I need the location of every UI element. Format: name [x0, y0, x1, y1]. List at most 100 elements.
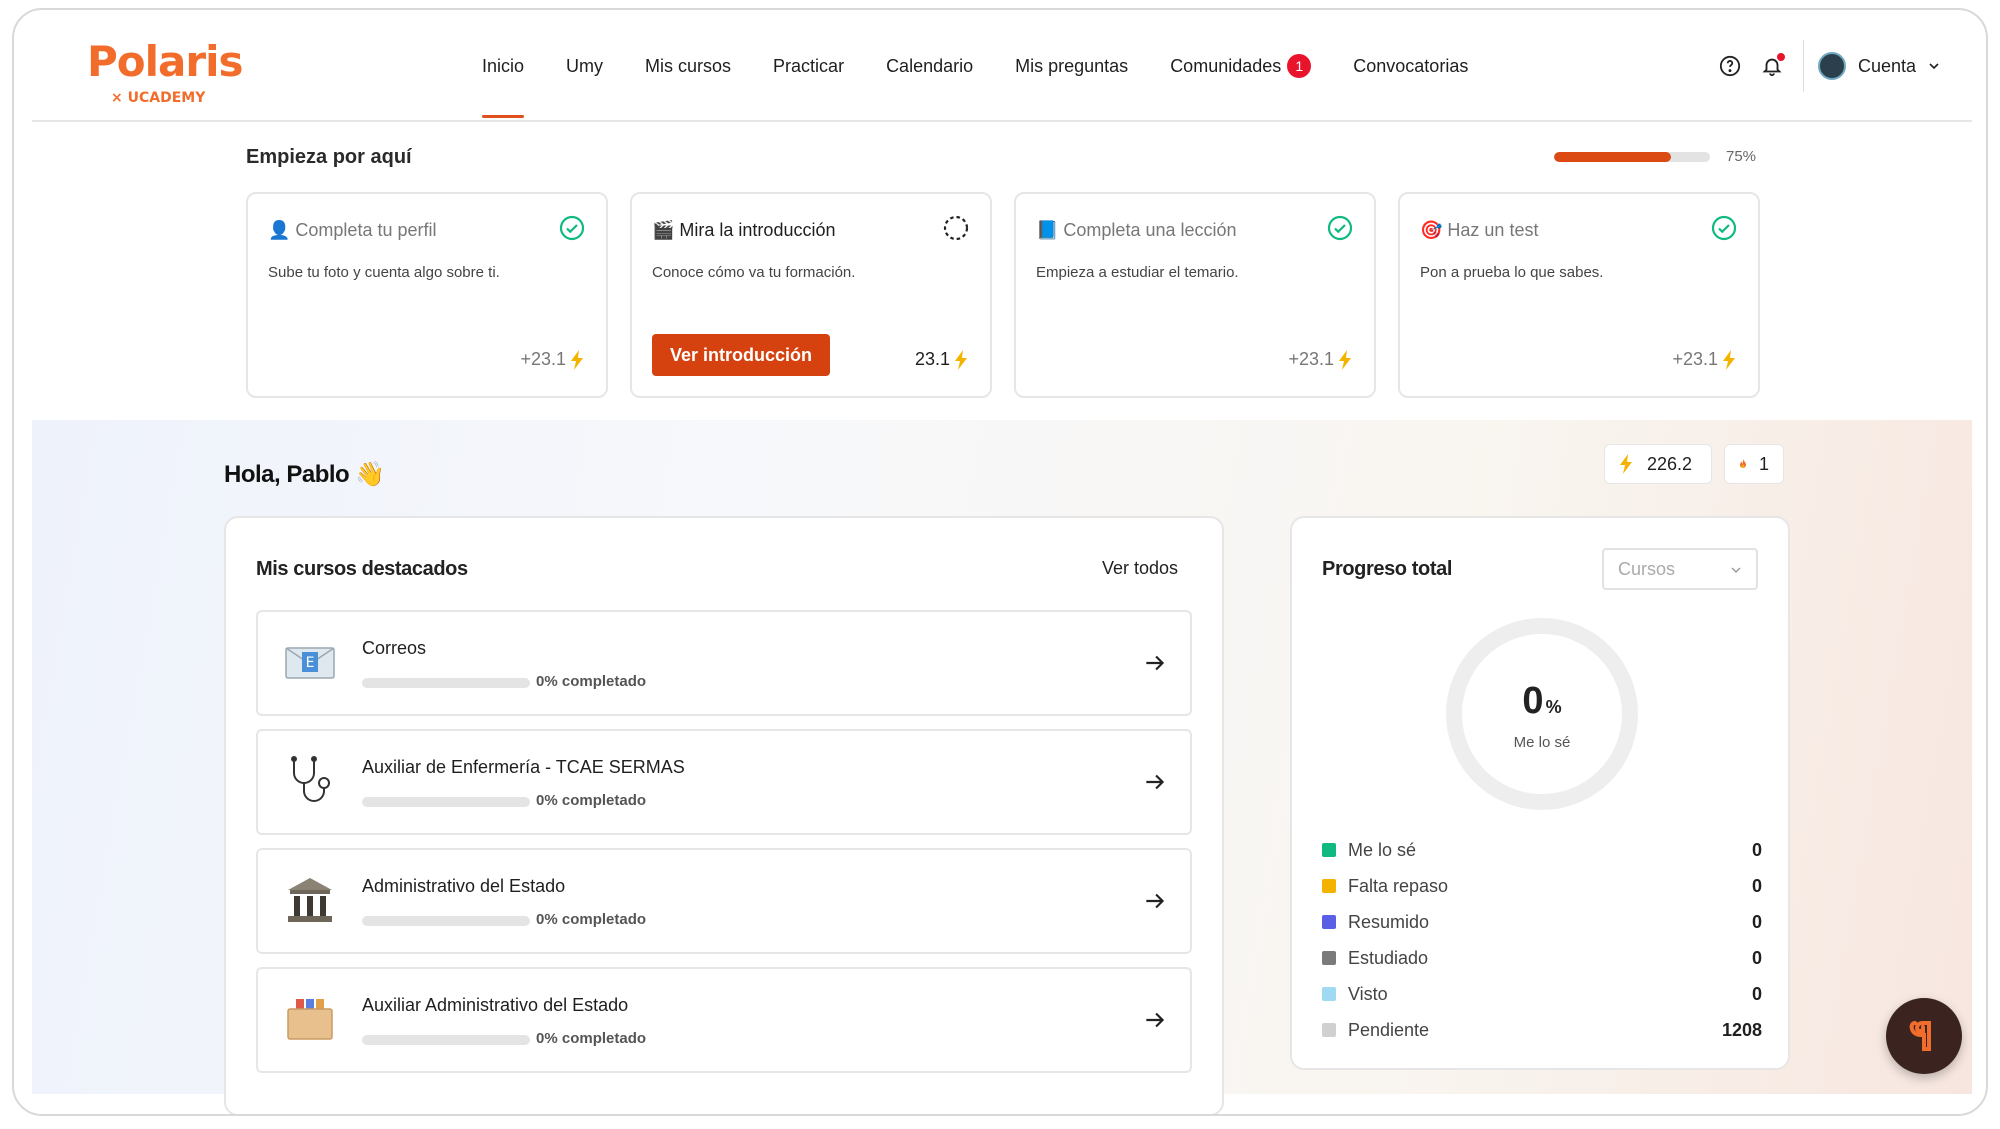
energy-value: 226.2 [1647, 453, 1693, 474]
legend-count: 0 [1751, 911, 1762, 932]
course-progress-label: 0% completado [536, 1030, 647, 1047]
watch-intro-button[interactable]: Ver introducción [652, 334, 830, 376]
assistant-fab-button[interactable] [1886, 998, 1962, 1074]
legend-row-pendiente: Pendiente 1208 [1322, 1018, 1762, 1042]
legend-swatch [1322, 1023, 1336, 1037]
legend-row-me-lo-se: Me lo sé 0 [1322, 838, 1762, 862]
nav-item-umy[interactable]: Umy [566, 10, 603, 122]
course-card-tcae-sermas[interactable]: Auxiliar de Enfermería - TCAE SERMAS 0% … [256, 729, 1192, 835]
step-points: +23.1 [1672, 349, 1736, 370]
total-progress-panel: Progreso total Cursos 0% Me lo sé Me lo … [1290, 516, 1790, 1070]
flame-icon [1739, 459, 1746, 468]
nav-label: Practicar [773, 55, 845, 76]
course-name: Administrativo del Estado [362, 876, 566, 896]
legend-count: 0 [1751, 839, 1762, 860]
legend-label: Visto [1348, 983, 1388, 1004]
nav-item-calendario[interactable]: Calendario [886, 10, 973, 122]
view-all-link[interactable]: Ver todos [1102, 558, 1178, 579]
step-card-lesson[interactable]: 📘 Completa una lección Empieza a estudia… [1014, 192, 1376, 398]
nav-item-inicio[interactable]: Inicio [482, 10, 525, 122]
course-name: Correos [362, 638, 427, 658]
course-card-administrativo-estado[interactable]: Administrativo del Estado 0% completado [256, 848, 1192, 954]
step-title: 👤 Completa tu perfil [268, 220, 437, 240]
bolt-icon [571, 349, 583, 370]
bolt-icon [955, 349, 967, 370]
envelope-icon: E [285, 647, 335, 679]
step-points: +23.1 [1288, 349, 1352, 370]
polaris-logo-icon [1909, 1021, 1931, 1051]
brand-logo[interactable]: Polaris × UCADEMY [87, 37, 243, 107]
arrow-right-icon [1146, 893, 1165, 909]
legend-row-visto: Visto 0 [1322, 982, 1762, 1006]
progress-fill [1554, 152, 1671, 162]
legend-swatch [1322, 951, 1336, 965]
legend-label: Pendiente [1348, 1019, 1430, 1040]
header-actions: Cuenta [1701, 10, 1942, 122]
nav-label: Umy [566, 55, 604, 76]
chevron-down-icon [1731, 567, 1741, 573]
chevron-down-icon [1929, 63, 1939, 70]
step-card-test[interactable]: 🎯 Haz un test Pon a prueba lo que sabes.… [1398, 192, 1760, 398]
ring-label: Me lo sé [1513, 734, 1571, 751]
course-name: Auxiliar de Enfermería - TCAE SERMAS [362, 757, 685, 777]
nav-item-mis-cursos[interactable]: Mis cursos [645, 10, 731, 122]
panel-title: Mis cursos destacados [256, 558, 468, 580]
nav-item-comunidades[interactable]: Comunidades 1 [1170, 10, 1312, 122]
nav-label: Comunidades [1170, 55, 1282, 76]
step-card-profile[interactable]: 👤 Completa tu perfil Sube tu foto y cuen… [246, 192, 608, 398]
nav-item-practicar[interactable]: Practicar [773, 10, 844, 122]
streak-stat: 1 [1724, 444, 1784, 484]
legend-swatch [1322, 879, 1336, 893]
course-card-auxiliar-administrativo[interactable]: Auxiliar Administrativo del Estado 0% co… [256, 967, 1192, 1073]
nav-label: Inicio [482, 55, 525, 76]
legend-count: 0 [1751, 875, 1762, 896]
brand-subtitle: × UCADEMY [111, 90, 206, 106]
legend-swatch [1322, 843, 1336, 857]
legend-count: 0 [1751, 947, 1762, 968]
brand-name: Polaris [87, 37, 243, 86]
bolt-icon [1620, 454, 1632, 474]
top-header: Polaris × UCADEMY Inicio Umy Mis cursos … [32, 10, 1972, 122]
app-window: Polaris × UCADEMY Inicio Umy Mis cursos … [12, 8, 1988, 1116]
account-menu[interactable]: Cuenta [1817, 52, 1942, 80]
dashboard-section: Hola, Pablo 👋 226.2 1 Mis cursos destaca… [32, 420, 1972, 1114]
help-circle-icon[interactable] [1717, 53, 1743, 79]
nav-item-mis-preguntas[interactable]: Mis preguntas [1015, 10, 1128, 122]
ring-unit: % [1545, 697, 1562, 717]
step-title: 🎯 Haz un test [1420, 220, 1539, 240]
step-card-intro[interactable]: 🎬 Mira la introducción Conoce cómo va tu… [630, 192, 992, 398]
course-progress-bar [362, 1035, 530, 1045]
file-box-icon [287, 999, 333, 1040]
legend-swatch [1322, 987, 1336, 1001]
legend-count: 0 [1751, 983, 1762, 1004]
course-name: Auxiliar Administrativo del Estado [362, 995, 629, 1015]
course-filter-select[interactable]: Cursos [1602, 548, 1758, 590]
legend-count: 1208 [1721, 1019, 1762, 1040]
step-points: 23.1 [915, 349, 968, 370]
svg-text:E: E [306, 655, 315, 671]
course-progress-bar [362, 916, 530, 926]
nav-label: Calendario [886, 55, 974, 76]
pending-circle-icon [943, 215, 969, 241]
legend-label: Me lo sé [1348, 839, 1417, 860]
bell-icon[interactable] [1759, 53, 1785, 79]
legend-row-resumido: Resumido 0 [1322, 910, 1762, 934]
course-progress-bar [362, 797, 530, 807]
nav-item-convocatorias[interactable]: Convocatorias [1353, 10, 1468, 122]
panel-title: Progreso total [1322, 558, 1452, 580]
course-card-correos[interactable]: E Correos 0% completado [256, 610, 1192, 716]
notification-dot [1776, 53, 1785, 61]
onboarding-progress-bar [1554, 152, 1710, 162]
nav-label: Mis preguntas [1015, 55, 1129, 76]
avatar [1817, 52, 1846, 80]
notification-badge: 1 [1287, 54, 1312, 78]
step-title: 🎬 Mira la introducción [652, 220, 836, 240]
check-circle-icon [1327, 215, 1353, 241]
step-title: 📘 Completa una lección [1036, 220, 1237, 240]
building-icon [288, 878, 332, 922]
onboarding-title: Empieza por aquí [246, 146, 412, 168]
arrow-right-icon [1146, 774, 1165, 790]
course-progress-label: 0% completado [536, 673, 647, 690]
greeting: Hola, Pablo 👋 [224, 461, 385, 488]
stethoscope-icon [291, 756, 330, 802]
